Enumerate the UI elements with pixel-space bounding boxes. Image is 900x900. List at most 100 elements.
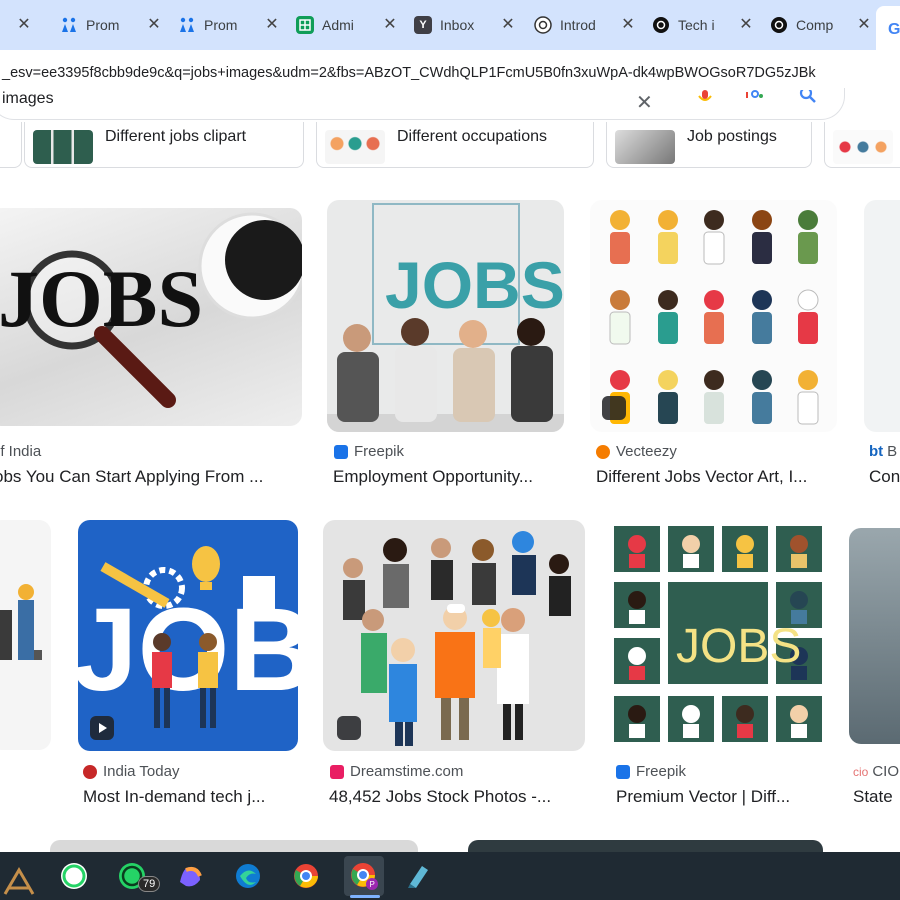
tab-title: Prom xyxy=(86,17,120,33)
close-icon[interactable]: ✕ xyxy=(14,15,34,35)
search-icon[interactable] xyxy=(798,86,818,104)
jobs-text: JOBS xyxy=(676,620,801,673)
tab-title: Introd xyxy=(560,17,596,33)
workers-group-illustration xyxy=(343,531,571,746)
notepad-icon[interactable] xyxy=(398,856,438,896)
chrome-icon[interactable] xyxy=(286,856,326,896)
jobs-sign-illustration: JOBS xyxy=(327,203,564,432)
result-image-peek[interactable] xyxy=(468,840,823,852)
google-lens-icon[interactable] xyxy=(745,90,765,104)
edge-icon[interactable] xyxy=(228,856,268,896)
result-image-peek[interactable] xyxy=(50,840,418,852)
chip-thumbnail xyxy=(615,130,675,164)
jobs-tiles-illustration: JOBS xyxy=(614,526,822,742)
crane-widget-icon[interactable] xyxy=(0,858,40,898)
close-icon[interactable]: ✕ xyxy=(736,15,756,35)
chip-thumbnail xyxy=(325,130,385,164)
dreamstime-icon xyxy=(330,764,344,779)
result-image-jobs-sign-people[interactable]: JOBS xyxy=(327,200,564,432)
tab-title: Prom xyxy=(204,17,238,33)
result-source[interactable]: Dreamstime.com xyxy=(330,763,463,780)
tab-comp[interactable]: Comp ✕ xyxy=(770,8,878,42)
video-badge-icon xyxy=(90,716,114,740)
svg-text:G: G xyxy=(888,21,900,37)
svg-text:P: P xyxy=(370,880,375,889)
close-icon[interactable]: ✕ xyxy=(618,15,638,35)
openai-icon xyxy=(534,16,552,34)
close-icon[interactable]: ✕ xyxy=(262,15,282,35)
search-box[interactable] xyxy=(0,88,845,120)
google-g-icon: G xyxy=(886,19,900,37)
chip-label: Different jobs clipart xyxy=(105,128,247,145)
chrome-profile-icon[interactable]: P xyxy=(344,856,384,896)
close-icon[interactable]: ✕ xyxy=(144,15,164,35)
result-image-partial-right[interactable] xyxy=(849,528,900,744)
tab-admin[interactable]: Admi ✕ xyxy=(296,8,404,42)
magnifier-jobs-illustration: JOBS xyxy=(0,212,302,408)
result-source[interactable]: Vecteezy xyxy=(596,443,677,460)
tab-tech[interactable]: Tech i ✕ xyxy=(652,8,760,42)
chip-partial[interactable] xyxy=(0,122,22,168)
tab-partial[interactable]: ✕ xyxy=(0,8,38,42)
tab-prompt-1[interactable]: Prom ✕ xyxy=(60,8,168,42)
chip-different-jobs-clipart[interactable]: Different jobs clipart xyxy=(24,122,304,168)
result-title[interactable]: Con xyxy=(869,467,900,487)
search-query[interactable]: images xyxy=(2,90,54,108)
freepik-icon xyxy=(334,444,348,459)
tab-prompt-2[interactable]: Prom ✕ xyxy=(178,8,286,42)
openai-icon xyxy=(770,16,788,34)
tab-inbox[interactable]: Y Inbox ✕ xyxy=(414,8,522,42)
image-badge-icon xyxy=(337,716,361,740)
bt-icon: bt xyxy=(869,443,884,460)
result-source[interactable]: of India xyxy=(0,443,41,460)
person-pin-icon xyxy=(178,16,196,34)
result-title[interactable]: Employment Opportunity... xyxy=(333,467,559,487)
chip-label: Job postings xyxy=(687,128,777,145)
result-title[interactable]: 48,452 Jobs Stock Photos -... xyxy=(329,787,581,807)
result-image-job-illustration[interactable]: JOB xyxy=(78,520,298,751)
tab-strip: ✕ Prom ✕ Prom ✕ Admi ✕ Y Inbox ✕ Introd … xyxy=(0,0,900,50)
result-title[interactable]: State xyxy=(853,787,900,807)
result-source[interactable]: bt B xyxy=(869,443,897,460)
mic-icon[interactable] xyxy=(695,90,715,104)
result-image-partial-left[interactable] xyxy=(0,520,51,750)
result-source[interactable]: Freepik xyxy=(616,763,686,780)
close-icon[interactable]: ✕ xyxy=(380,15,400,35)
tab-intro[interactable]: Introd ✕ xyxy=(534,8,642,42)
freepik-icon xyxy=(616,764,630,779)
result-image-workers-group[interactable] xyxy=(323,520,585,751)
clear-search-icon[interactable]: ✕ xyxy=(636,90,653,115)
tab-title: Inbox xyxy=(440,17,475,33)
notification-count-badge: 79 xyxy=(138,876,161,892)
chip-thumbnail xyxy=(33,130,93,164)
chip-job-postings[interactable]: Job postings xyxy=(606,122,812,168)
tab-google-active[interactable]: G xyxy=(876,6,900,50)
vecteezy-icon xyxy=(596,444,610,459)
person-pin-icon xyxy=(60,16,78,34)
image-badge-icon xyxy=(602,396,626,420)
result-image-occupations[interactable] xyxy=(590,200,837,432)
result-source[interactable]: Freepik xyxy=(334,443,404,460)
result-title[interactable]: Most In-demand tech j... xyxy=(83,787,293,807)
result-title[interactable]: Premium Vector | Diff... xyxy=(616,787,826,807)
close-icon[interactable]: ✕ xyxy=(498,15,518,35)
whatsapp-icon[interactable] xyxy=(54,856,94,896)
result-source[interactable]: India Today xyxy=(83,763,179,780)
cio-icon: cio xyxy=(853,764,869,779)
copilot-icon[interactable] xyxy=(170,856,210,896)
yahoo-y-icon: Y xyxy=(414,16,432,34)
workers-illustration xyxy=(0,584,42,660)
chip-label: Different occupations xyxy=(397,128,548,145)
result-image-magnifier-jobs[interactable]: JOBS xyxy=(0,208,302,426)
result-source[interactable]: cio CIO xyxy=(853,763,899,780)
close-icon[interactable]: ✕ xyxy=(854,15,874,35)
sheets-icon xyxy=(296,16,314,34)
chip-partial-right[interactable] xyxy=(824,122,900,168)
result-title[interactable]: obs You Can Start Applying From ... xyxy=(0,467,302,487)
result-title[interactable]: Different Jobs Vector Art, I... xyxy=(596,467,832,487)
openai-icon xyxy=(652,16,670,34)
jobs-text: JOBS xyxy=(385,248,564,322)
result-image-partial[interactable] xyxy=(864,200,900,432)
chip-different-occupations[interactable]: Different occupations xyxy=(316,122,594,168)
result-image-jobs-tiles[interactable]: JOBS xyxy=(610,520,827,751)
